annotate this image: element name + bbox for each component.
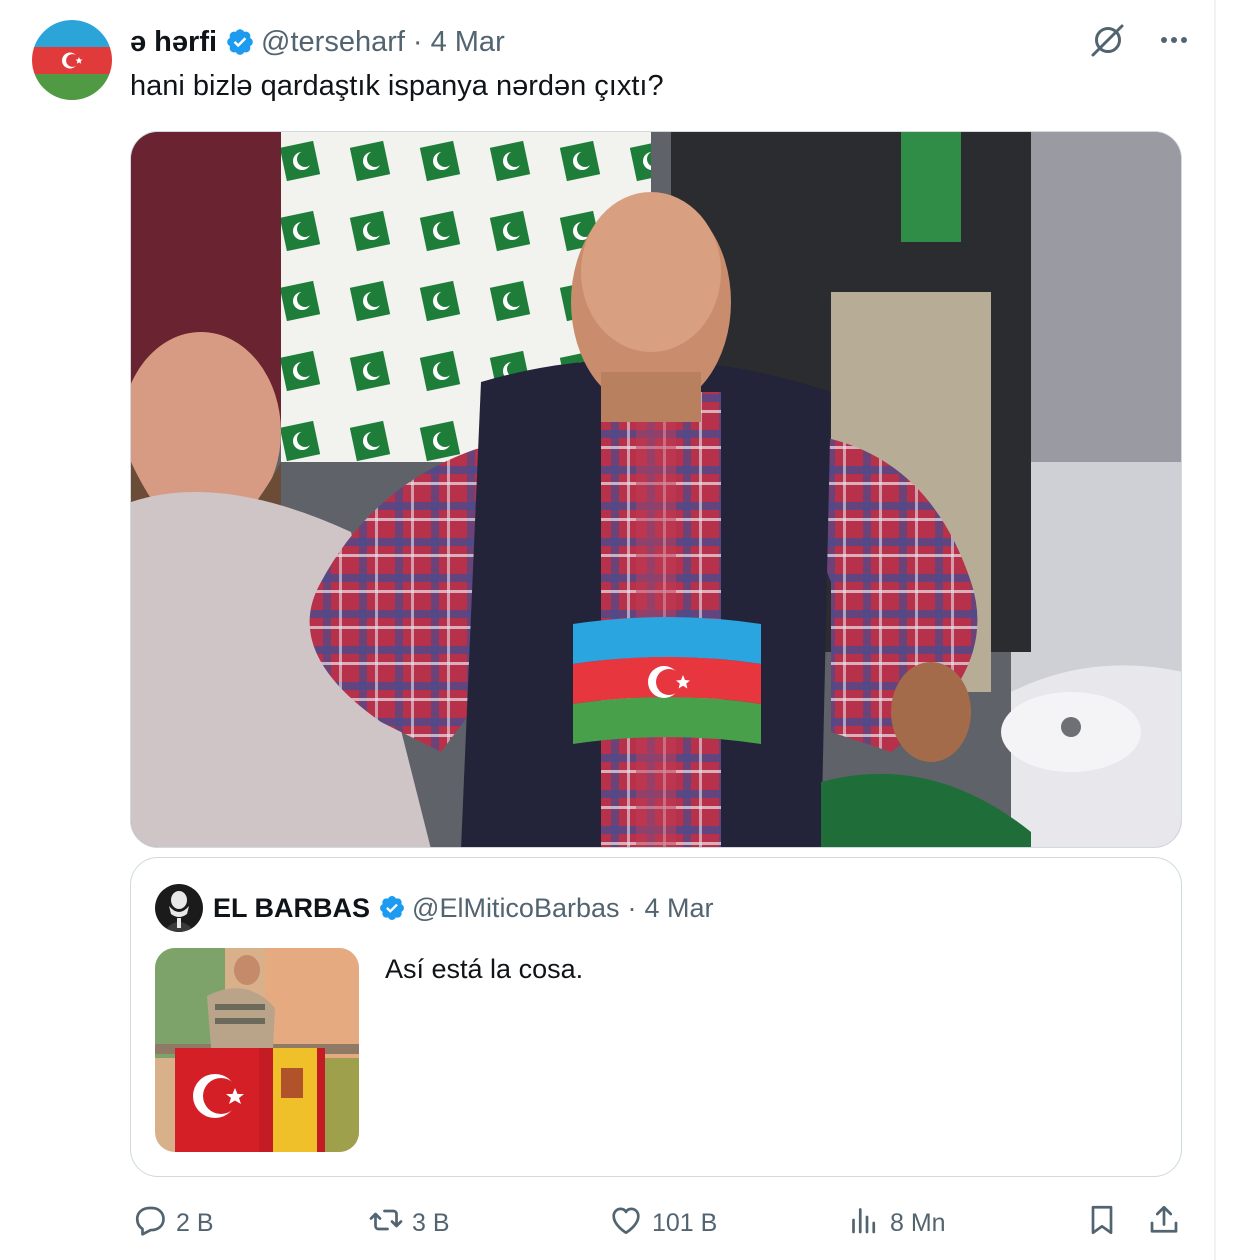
repost-button[interactable]: 3 B <box>368 1200 450 1246</box>
author-display-name[interactable]: ə hərfi <box>130 26 217 59</box>
repost-count: 3 B <box>412 1208 450 1237</box>
verified-badge-icon[interactable] <box>225 27 255 57</box>
reply-button[interactable]: 2 B <box>132 1200 214 1246</box>
bookmark-icon <box>1084 1202 1120 1245</box>
column-divider <box>1214 0 1216 1260</box>
grok-icon[interactable] <box>1088 20 1128 60</box>
quoted-author-avatar[interactable] <box>155 884 203 932</box>
tweet-date[interactable]: 4 Mar <box>431 26 505 59</box>
quoted-tweet-media-image[interactable] <box>155 948 359 1152</box>
like-count: 101 B <box>652 1208 718 1237</box>
separator-dot: · <box>412 25 423 58</box>
quoted-tweet-date[interactable]: 4 Mar <box>645 893 714 924</box>
views-button[interactable]: 8 Mn <box>846 1200 946 1246</box>
tweet-media-image[interactable] <box>130 131 1182 848</box>
tweet-action-bar: 2 B 3 B 101 B 8 Mn <box>130 1200 1182 1246</box>
heart-icon <box>608 1202 644 1245</box>
more-icon[interactable] <box>1154 20 1194 60</box>
like-button[interactable]: 101 B <box>608 1200 717 1246</box>
share-button[interactable] <box>1146 1200 1182 1246</box>
quoted-tweet-text: Así está la cosa. <box>385 954 584 984</box>
reply-count: 2 B <box>176 1208 214 1237</box>
bookmark-button[interactable] <box>1084 1200 1120 1246</box>
quoted-tweet-card[interactable]: EL BARBAS @ElMiticoBarbas · 4 Mar Así es… <box>130 857 1182 1177</box>
share-icon <box>1146 1202 1182 1245</box>
tweet-header: ə hərfi @terseharf · 4 Mar <box>130 22 505 62</box>
quoted-author-display-name[interactable]: EL BARBAS <box>213 893 370 924</box>
tweet-text: hani bizlə qardaştık ispanya nərdən çıxt… <box>130 70 664 102</box>
reply-icon <box>132 1202 168 1245</box>
tweet-top-actions <box>1088 20 1194 60</box>
author-handle[interactable]: @terseharf <box>261 26 405 59</box>
quoted-tweet-header: EL BARBAS @ElMiticoBarbas · 4 Mar <box>213 888 714 928</box>
author-avatar[interactable] <box>32 20 112 100</box>
quoted-author-handle[interactable]: @ElMiticoBarbas <box>412 893 619 924</box>
views-chart-icon <box>846 1202 882 1245</box>
views-count: 8 Mn <box>890 1208 946 1237</box>
quoted-separator-dot: · <box>627 892 637 923</box>
repost-icon <box>368 1202 404 1245</box>
quoted-verified-badge-icon[interactable] <box>378 894 406 922</box>
